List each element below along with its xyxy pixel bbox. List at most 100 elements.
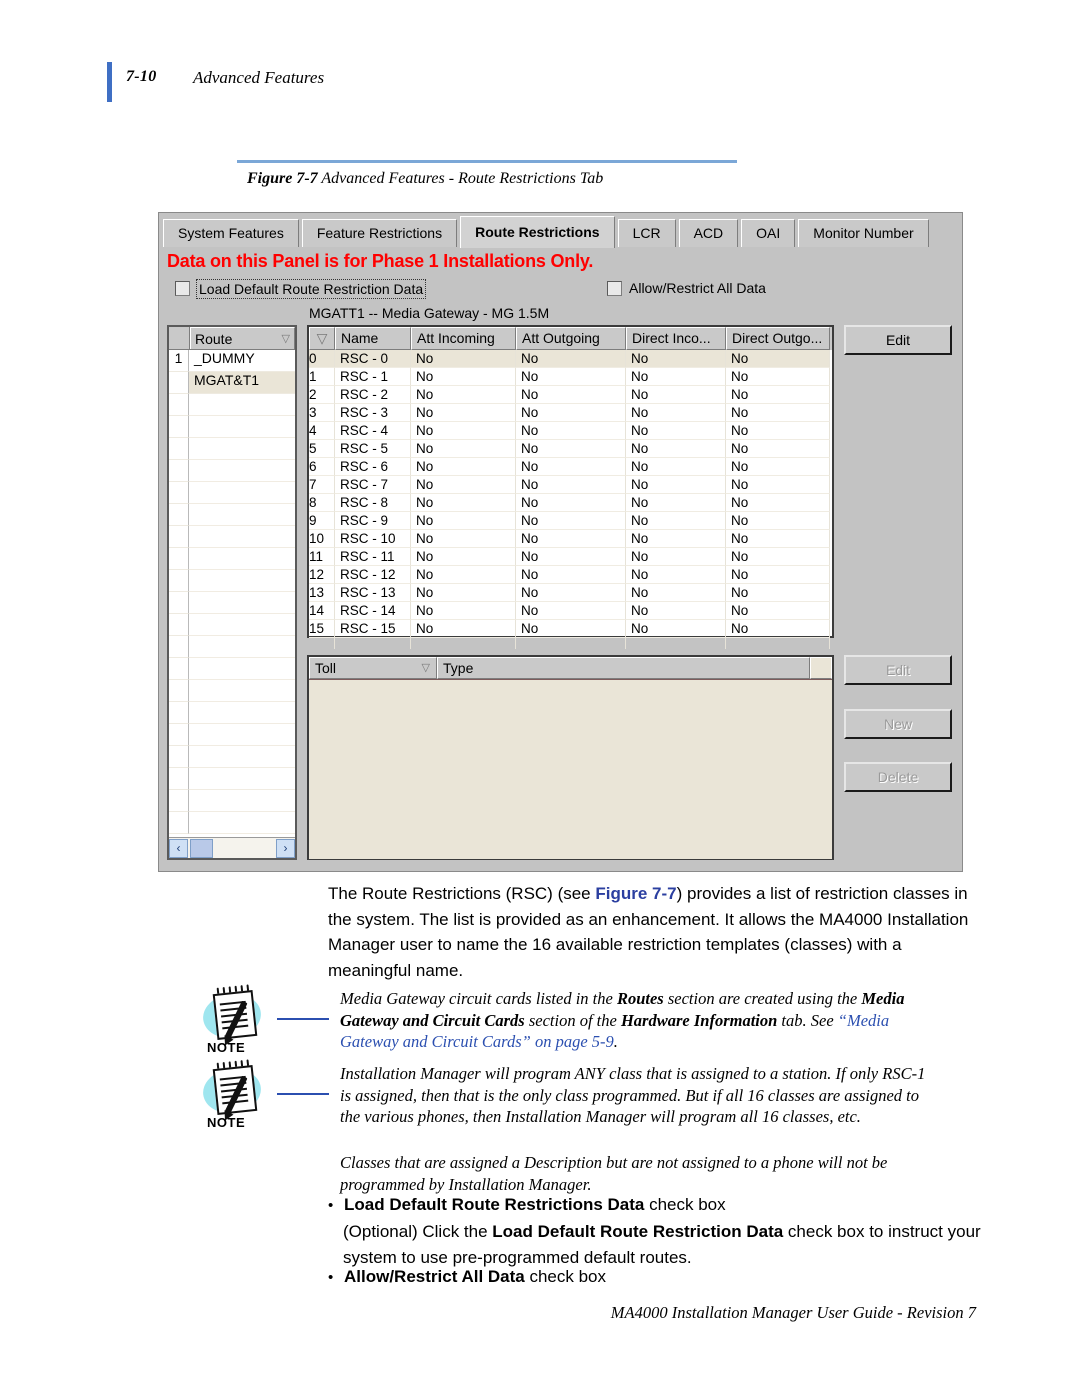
toll-grid-empty-body[interactable] bbox=[309, 679, 832, 859]
rsc-row[interactable]: 15 RSC - 15 No No No No bbox=[309, 620, 832, 638]
sort-descending-icon[interactable]: ▽ bbox=[422, 658, 430, 678]
rsc-cell-dir-in: No bbox=[626, 458, 726, 476]
rsc-cell-name: RSC - 15 bbox=[335, 620, 411, 638]
load-default-route-restriction-data-label[interactable]: Load Default Route Restriction Data bbox=[196, 279, 427, 299]
rsc-row[interactable]: 0 RSC - 0 No No No No bbox=[309, 350, 832, 368]
rsc-cell-dir-out: No bbox=[726, 566, 830, 584]
rsc-row[interactable]: 4 RSC - 4 No No No No bbox=[309, 422, 832, 440]
route-row-empty[interactable] bbox=[169, 394, 295, 416]
rsc-cell-att-in: No bbox=[411, 620, 516, 638]
rsc-column-header-direct-outgo-[interactable]: Direct Outgo... bbox=[726, 327, 830, 350]
toll-column-header[interactable]: Toll ▽ bbox=[309, 657, 437, 679]
allow-restrict-all-data-checkbox[interactable] bbox=[607, 281, 622, 296]
rsc-grid-body[interactable]: 0 RSC - 0 No No No No 1 RSC - 1 No No No No 2 RSC - 2… bbox=[309, 350, 832, 638]
rsc-cell-dir-in: No bbox=[626, 512, 726, 530]
rsc-cell-idx: 14 bbox=[309, 602, 335, 620]
sort-descending-icon[interactable]: ▽ bbox=[282, 332, 290, 345]
tab-oai[interactable]: OAI bbox=[741, 219, 796, 247]
rsc-column-header-att-incoming[interactable]: Att Incoming bbox=[411, 327, 516, 350]
route-row-empty[interactable] bbox=[169, 548, 295, 570]
rsc-column-header-att-outgoing[interactable]: Att Outgoing bbox=[516, 327, 626, 350]
type-column-header[interactable]: Type bbox=[437, 657, 810, 679]
route-row-empty[interactable] bbox=[169, 416, 295, 438]
checkbox-row: Load Default Route Restriction Data Allo… bbox=[167, 279, 957, 301]
delete-toll-button[interactable]: Delete bbox=[844, 762, 952, 792]
rsc-row[interactable]: 2 RSC - 2 No No No No bbox=[309, 386, 832, 404]
route-row-empty[interactable] bbox=[169, 504, 295, 526]
route-list-body[interactable]: 1 _DUMMY MGAT&T1 bbox=[169, 350, 295, 838]
route-row-empty[interactable] bbox=[169, 680, 295, 702]
allow-restrict-all-data-label[interactable]: Allow/Restrict All Data bbox=[629, 280, 766, 296]
rsc-row[interactable]: 12 RSC - 12 No No No No bbox=[309, 566, 832, 584]
toll-header-filler bbox=[810, 657, 832, 679]
route-list-horizontal-scrollbar[interactable]: ‹ › bbox=[169, 837, 295, 858]
figure-cross-reference[interactable]: Figure 7-7 bbox=[595, 884, 676, 903]
rsc-row[interactable]: 14 RSC - 14 No No No No bbox=[309, 602, 832, 620]
tab-system-features[interactable]: System Features bbox=[163, 219, 299, 247]
tab-monitor-number[interactable]: Monitor Number bbox=[798, 219, 929, 247]
route-row[interactable]: MGAT&T1 bbox=[169, 372, 295, 394]
rsc-cell-dir-in: No bbox=[626, 422, 726, 440]
edit-toll-button[interactable]: Edit bbox=[844, 655, 952, 685]
route-row-empty[interactable] bbox=[169, 460, 295, 482]
page-number: 7-10 bbox=[126, 68, 157, 85]
tab-acd[interactable]: ACD bbox=[678, 219, 739, 247]
route-row-empty[interactable] bbox=[169, 614, 295, 636]
rsc-cell-name: RSC - 0 bbox=[335, 350, 411, 368]
rsc-cell-dir-out: No bbox=[726, 350, 830, 368]
rsc-cell-idx: 10 bbox=[309, 530, 335, 548]
route-row-empty[interactable] bbox=[169, 812, 295, 834]
route-row-empty[interactable] bbox=[169, 592, 295, 614]
route-row-empty[interactable] bbox=[169, 790, 295, 812]
route-row-empty[interactable] bbox=[169, 482, 295, 504]
route-row-empty[interactable] bbox=[169, 526, 295, 548]
rsc-row[interactable]: 11 RSC - 11 No No No No bbox=[309, 548, 832, 566]
rsc-row[interactable]: 3 RSC - 3 No No No No bbox=[309, 404, 832, 422]
rsc-cell-idx: 3 bbox=[309, 404, 335, 422]
route-list-panel[interactable]: Route ▽ 1 _DUMMY MGAT&T1 ‹ › bbox=[167, 325, 297, 860]
rsc-cell-dir-out: No bbox=[726, 494, 830, 512]
note-label: NOTE bbox=[207, 1040, 246, 1055]
route-row[interactable]: 1 _DUMMY bbox=[169, 350, 295, 372]
route-row-empty[interactable] bbox=[169, 724, 295, 746]
rsc-row[interactable]: 13 RSC - 13 No No No No bbox=[309, 584, 832, 602]
new-toll-button[interactable]: New bbox=[844, 709, 952, 739]
route-row-empty[interactable] bbox=[169, 570, 295, 592]
rsc-cell-dir-out: No bbox=[726, 422, 830, 440]
toll-grid-panel[interactable]: Toll ▽ Type bbox=[307, 655, 834, 860]
note-text-segment: tab. See bbox=[777, 1010, 838, 1030]
route-row-empty[interactable] bbox=[169, 636, 295, 658]
rsc-sort-descending-icon[interactable]: ▽ bbox=[309, 327, 335, 350]
rsc-column-header-direct-inco-[interactable]: Direct Inco... bbox=[626, 327, 726, 350]
rsc-row[interactable]: 9 RSC - 9 No No No No bbox=[309, 512, 832, 530]
rsc-row[interactable]: 5 RSC - 5 No No No No bbox=[309, 440, 832, 458]
change-bar bbox=[107, 62, 112, 102]
tab-route-restrictions[interactable]: Route Restrictions bbox=[460, 216, 615, 248]
route-row-empty[interactable] bbox=[169, 438, 295, 460]
rsc-row[interactable]: 7 RSC - 7 No No No No bbox=[309, 476, 832, 494]
scroll-right-icon[interactable]: › bbox=[276, 838, 295, 858]
closing-note: Classes that are assigned a Description … bbox=[340, 1153, 888, 1194]
route-row-empty[interactable] bbox=[169, 746, 295, 768]
rsc-cell-att-out: No bbox=[516, 350, 626, 368]
rsc-grid-panel[interactable]: ▽ Name Att Incoming Att Outgoing Direct Inco… bbox=[307, 325, 834, 649]
rsc-cell-name: RSC - 14 bbox=[335, 602, 411, 620]
rsc-row[interactable]: 6 RSC - 6 No No No No bbox=[309, 458, 832, 476]
scrollbar-thumb[interactable] bbox=[190, 838, 213, 858]
tab-lcr[interactable]: LCR bbox=[617, 219, 676, 247]
rsc-column-header-name[interactable]: Name bbox=[335, 327, 411, 350]
edit-route-button[interactable]: Edit bbox=[844, 325, 952, 355]
load-default-route-restriction-data-checkbox[interactable] bbox=[175, 281, 190, 296]
route-row-empty[interactable] bbox=[169, 658, 295, 680]
tab-feature-restrictions[interactable]: Feature Restrictions bbox=[301, 219, 458, 247]
route-row-empty[interactable] bbox=[169, 768, 295, 790]
rsc-cell-name: RSC - 10 bbox=[335, 530, 411, 548]
route-column-header[interactable]: Route ▽ bbox=[190, 327, 295, 349]
route-row-empty[interactable] bbox=[169, 702, 295, 724]
route-column-label: Route bbox=[195, 330, 233, 347]
rsc-row[interactable]: 1 RSC - 1 No No No No bbox=[309, 368, 832, 386]
figure-caption: Figure 7-7 Advanced Features - Route Res… bbox=[247, 170, 603, 188]
rsc-row[interactable]: 8 RSC - 8 No No No No bbox=[309, 494, 832, 512]
scroll-left-icon[interactable]: ‹ bbox=[169, 838, 188, 858]
rsc-row[interactable]: 10 RSC - 10 No No No No bbox=[309, 530, 832, 548]
